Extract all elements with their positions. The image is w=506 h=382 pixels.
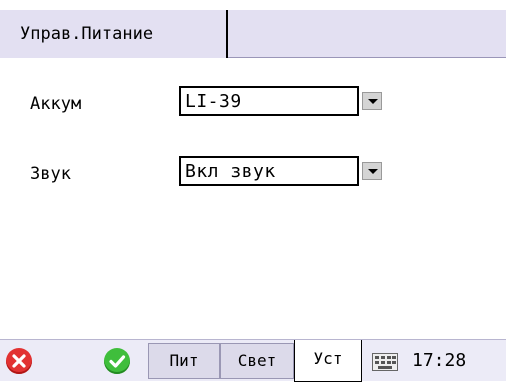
clock-time: 17:28 [412, 350, 467, 371]
chevron-down-icon [368, 169, 378, 174]
battery-select[interactable]: LI-39 [179, 86, 359, 116]
taskbar-button-settings[interactable]: Уст [294, 340, 362, 382]
top-bar: Управ.Питание [0, 0, 506, 58]
sound-value: Вкл звук [185, 161, 276, 182]
battery-dropdown-button[interactable] [362, 92, 382, 110]
battery-row: Аккум LI-39 [0, 86, 506, 126]
battery-label: Аккум [30, 94, 82, 114]
close-icon[interactable] [6, 348, 32, 374]
sound-row: Звук Вкл звук [0, 156, 506, 196]
sound-label: Звук [30, 164, 71, 184]
battery-value: LI-39 [185, 91, 242, 112]
sound-dropdown-button[interactable] [362, 162, 382, 180]
sound-select[interactable]: Вкл звук [179, 156, 359, 186]
keyboard-icon[interactable] [372, 353, 398, 371]
tab-power-control[interactable]: Управ.Питание [0, 10, 228, 58]
ok-check-icon[interactable] [104, 348, 130, 374]
taskbar-button-power[interactable]: Пит [148, 343, 220, 379]
taskbar: Пит Свет Уст 17:28 [0, 339, 506, 382]
chevron-down-icon [368, 99, 378, 104]
taskbar-button-light[interactable]: Свет [220, 343, 294, 379]
